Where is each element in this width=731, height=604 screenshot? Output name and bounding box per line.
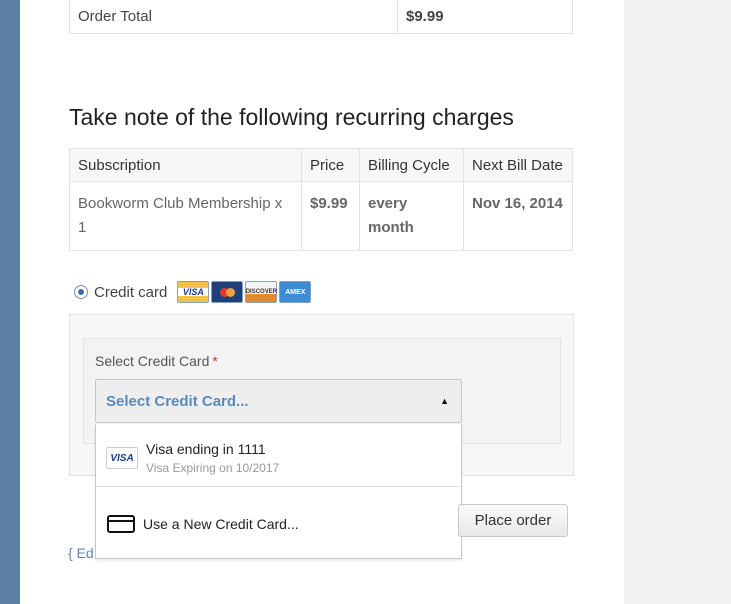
credit-card-select[interactable]: Select Credit Card... ▲ <box>95 379 462 423</box>
option-subtitle: Visa Expiring on 10/2017 <box>146 461 280 475</box>
visa-logo-icon: VISA <box>177 281 210 303</box>
subscription-price: $9.99 <box>301 181 360 251</box>
table-header-row: Subscription Price Billing Cycle Next Bi… <box>69 148 573 182</box>
edit-link[interactable]: { Ed <box>68 545 94 561</box>
credit-card-icon <box>107 514 135 533</box>
header-billing-cycle: Billing Cycle <box>359 148 464 182</box>
credit-card-label: Credit card <box>94 283 168 301</box>
order-total-row: Order Total $9.99 <box>69 0 573 34</box>
required-mark: * <box>212 353 218 369</box>
recurring-charges-table: Subscription Price Billing Cycle Next Bi… <box>69 148 573 251</box>
left-rail <box>0 0 20 604</box>
discover-logo-icon: DISCOVER <box>245 281 278 303</box>
subscription-name: Bookworm Club Membership x 1 <box>69 181 302 251</box>
table-row: Bookworm Club Membership x 1 $9.99 every… <box>69 181 573 251</box>
header-subscription: Subscription <box>69 148 302 182</box>
credit-card-radio[interactable] <box>74 285 88 299</box>
chevron-up-icon: ▲ <box>440 396 449 406</box>
option-text: Visa ending in 1111 Visa Expiring on 10/… <box>146 441 279 475</box>
select-credit-card-label-text: Select Credit Card <box>95 353 210 369</box>
dropdown-option-visa-1111[interactable]: VISA Visa ending in 1111 Visa Expiring o… <box>96 432 461 484</box>
subscription-cycle: every month <box>359 181 464 251</box>
card-logos: VISA DISCOVER AMEX <box>177 281 312 303</box>
mastercard-logo-icon <box>211 281 244 303</box>
subscription-next-bill: Nov 16, 2014 <box>463 181 573 251</box>
order-total-label: Order Total <box>69 0 398 34</box>
option-text: Use a New Credit Card... <box>143 516 299 532</box>
recurring-charges-title: Take note of the following recurring cha… <box>69 104 514 130</box>
header-next-bill-date: Next Bill Date <box>463 148 573 182</box>
option-title: Use a New Credit Card... <box>143 515 299 532</box>
option-title: Visa ending in 1111 <box>146 441 266 457</box>
credit-card-select-value: Select Credit Card... <box>106 392 249 410</box>
dropdown-option-new-card[interactable]: Use a New Credit Card... <box>96 486 461 560</box>
order-total-value: $9.99 <box>397 0 573 34</box>
header-price: Price <box>301 148 360 182</box>
right-panel <box>624 0 731 604</box>
select-credit-card-label: Select Credit Card * <box>95 353 218 369</box>
visa-card-icon: VISA <box>106 447 138 469</box>
radio-dot <box>78 289 84 295</box>
payment-method-credit-card[interactable]: Credit card VISA DISCOVER AMEX <box>74 281 312 303</box>
credit-card-dropdown: VISA Visa ending in 1111 Visa Expiring o… <box>95 424 462 559</box>
order-total-table: Order Total $9.99 <box>69 0 573 34</box>
amex-logo-icon: AMEX <box>279 281 312 303</box>
place-order-button[interactable]: Place order <box>458 504 568 537</box>
